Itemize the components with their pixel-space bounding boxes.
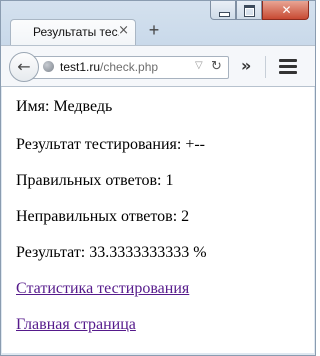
- browser-window: Результаты тес... × + ✕ test1.ru/check.p…: [0, 0, 316, 356]
- title-bar: Результаты тес... × + ✕: [1, 1, 315, 45]
- navigation-bar: test1.ru/check.php ▽ ↻ ← »: [1, 45, 315, 87]
- address-bar[interactable]: test1.ru/check.php ▽ ↻: [31, 56, 229, 79]
- tab-results[interactable]: Результаты тес... ×: [10, 19, 136, 45]
- tab-title: Результаты тес...: [33, 25, 119, 39]
- back-arrow-icon: ←: [17, 57, 31, 76]
- statistics-link[interactable]: Статистика тестирования: [16, 280, 189, 298]
- test-result-line: Результат тестирования: +--: [16, 136, 206, 153]
- new-tab-button[interactable]: +: [145, 21, 163, 39]
- url-text[interactable]: test1.ru/check.php: [60, 60, 158, 74]
- toolbar-separator: [265, 56, 266, 78]
- dropdown-arrow-icon[interactable]: ▽: [195, 60, 203, 71]
- incorrect-answers-line: Неправильных ответов: 2: [16, 208, 190, 225]
- name-line: Имя: Медведь: [16, 98, 113, 115]
- back-button[interactable]: ←: [9, 52, 39, 82]
- result-percent-line: Результат: 33.3333333333 %: [16, 244, 207, 261]
- globe-icon: [43, 61, 54, 72]
- maximize-icon: [244, 5, 255, 17]
- url-host: test1.ru: [60, 60, 101, 74]
- minimize-icon: [219, 12, 230, 17]
- url-path: /check.php: [100, 60, 159, 74]
- tab-close-icon[interactable]: ×: [118, 23, 129, 39]
- minimize-button[interactable]: [210, 1, 236, 20]
- maximize-button[interactable]: [236, 1, 262, 20]
- hamburger-menu-icon[interactable]: [279, 59, 297, 75]
- home-link[interactable]: Главная страница: [16, 316, 136, 334]
- correct-answers-line: Правильных ответов: 1: [16, 172, 174, 189]
- close-icon: ✕: [281, 3, 292, 17]
- overflow-chevron-icon[interactable]: »: [241, 57, 251, 75]
- reload-icon[interactable]: ↻: [211, 59, 222, 74]
- close-window-button[interactable]: ✕: [262, 1, 309, 20]
- page-content: Имя: Медведь Результат тестирования: +--…: [2, 87, 314, 353]
